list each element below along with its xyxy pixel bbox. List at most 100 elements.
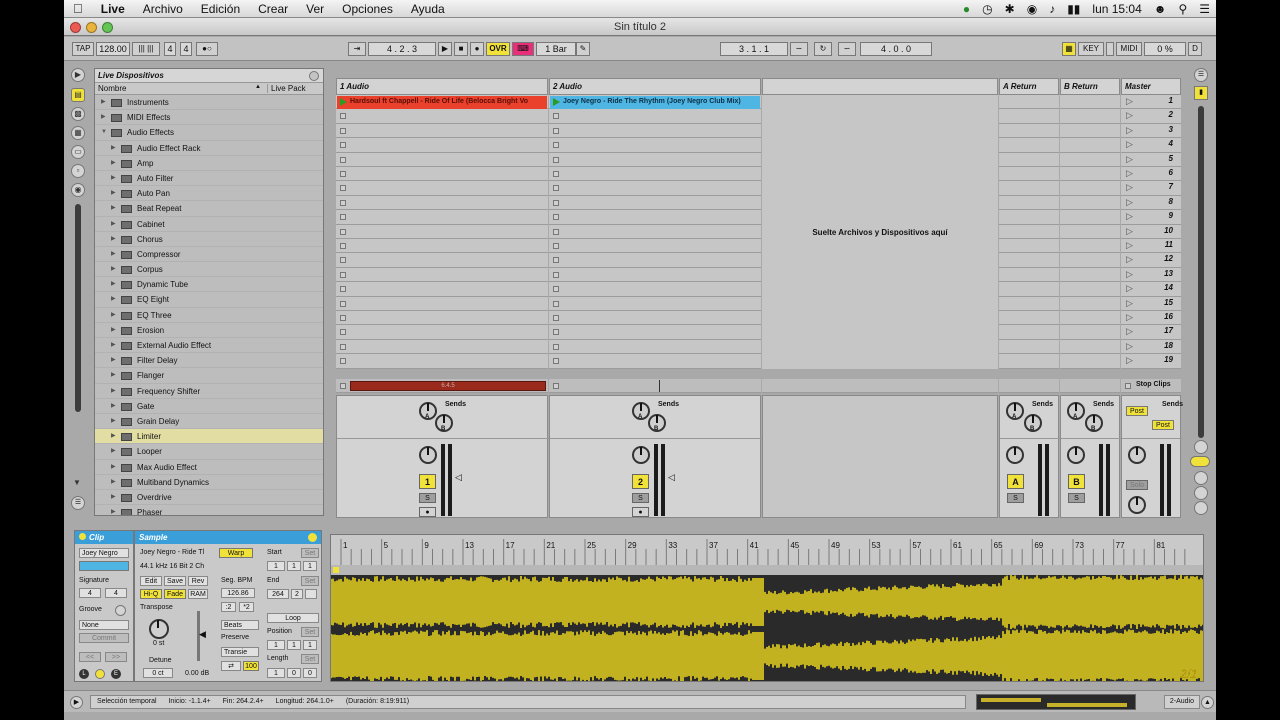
nudge-forward-button[interactable]: >>	[105, 652, 127, 662]
places-icon[interactable]: ◉	[71, 183, 85, 197]
send-b-knob[interactable]: B	[648, 413, 666, 432]
scene-slot[interactable]: ▷ 10	[1121, 224, 1181, 239]
menu-edicion[interactable]: Edición	[192, 2, 249, 16]
double-tempo-button[interactable]: *2	[239, 602, 254, 612]
scene-slot[interactable]: ▷ 2	[1121, 109, 1181, 124]
disclosure-closed-icon[interactable]: ▶	[111, 186, 116, 201]
clip-stop-row[interactable]	[999, 378, 1059, 393]
scene-launch-icon[interactable]: ▷	[1126, 96, 1133, 107]
browser-scrollbar[interactable]	[75, 204, 81, 412]
transient-envelope-field[interactable]: 100	[243, 661, 259, 671]
record-button[interactable]: ●	[470, 42, 484, 56]
quantization-menu[interactable]: 1 Bar	[536, 42, 576, 56]
punch-out-icon[interactable]: ∽	[838, 42, 856, 56]
clip-launch-icon[interactable]	[553, 98, 560, 106]
clip-stop-button[interactable]	[340, 382, 346, 389]
clip-slot-button[interactable]	[340, 271, 346, 278]
send-a-knob[interactable]: A	[632, 401, 650, 420]
menu-opciones[interactable]: Opciones	[333, 2, 402, 16]
browser-folder[interactable]: ▶ Audio Effect Rack	[95, 141, 323, 156]
clip-slot[interactable]	[336, 123, 548, 139]
scene-slot[interactable]: ▷ 15	[1121, 296, 1181, 311]
disclosure-closed-icon[interactable]: ▶	[111, 368, 116, 383]
column-live-pack[interactable]: Live Pack	[267, 84, 306, 93]
automation-arm-button[interactable]: ⌨	[512, 42, 534, 56]
clip-slot[interactable]	[549, 354, 761, 369]
track-activator-button[interactable]: 2	[632, 473, 649, 489]
browser-folder[interactable]: ▶ EQ Three	[95, 308, 323, 323]
scene-slot[interactable]: ▷ 9	[1121, 210, 1181, 225]
clip-slot[interactable]	[1060, 123, 1120, 139]
menu-live[interactable]: Live	[92, 2, 134, 16]
song-position-field[interactable]: 4 . 2 . 3	[368, 42, 436, 56]
clip-slot[interactable]	[549, 311, 761, 326]
clip-slot[interactable]	[336, 138, 548, 153]
clip-slot[interactable]	[999, 267, 1059, 283]
clip-slot[interactable]	[549, 339, 761, 355]
clip-slot-button[interactable]	[553, 156, 559, 163]
scene-launch-icon[interactable]: ▷	[1126, 240, 1133, 251]
scene-slot[interactable]: ▷ 6	[1121, 167, 1181, 182]
scene-slot[interactable]: ▷ 5	[1121, 152, 1181, 167]
return-send-a-knob[interactable]: A	[1067, 401, 1085, 420]
clip-slot-button[interactable]	[340, 142, 346, 149]
return-pan-knob[interactable]	[1006, 445, 1024, 464]
nudge-buttons[interactable]: ||| |||	[132, 42, 160, 56]
clip-slot-button[interactable]	[340, 286, 346, 293]
clip-slot-button[interactable]	[553, 228, 559, 235]
browser-folder[interactable]: ▶ Chorus	[95, 232, 323, 247]
disclosure-closed-icon[interactable]: ▶	[111, 217, 116, 232]
clip-slot[interactable]	[762, 152, 998, 167]
sample-editor[interactable]: 1 5 9 13 17 21 25 29 33 37 41 45 49 53 57 61 65 69 73 77 81 …	[330, 534, 1204, 682]
clip[interactable]: Hardsoul ft Chappell - Ride Of Life (Bel…	[337, 96, 547, 109]
samples-icon[interactable]: ▭	[71, 145, 85, 159]
io-show-icon[interactable]	[1194, 471, 1208, 485]
clip-slot[interactable]	[549, 325, 761, 340]
clip-slot[interactable]	[1060, 296, 1120, 311]
browser-folder[interactable]: ▶ MIDI Effects	[95, 110, 323, 126]
midi-map-button[interactable]: MIDI	[1116, 42, 1142, 56]
clip-slot[interactable]	[999, 325, 1059, 340]
clip-slot[interactable]	[549, 253, 761, 268]
solo-cue-button[interactable]: Solo	[1126, 479, 1148, 490]
clip-slot[interactable]	[549, 224, 761, 239]
return-track-title[interactable]: B Return	[1060, 78, 1120, 95]
clip-slot-button[interactable]	[340, 257, 346, 264]
disclosure-closed-icon[interactable]: ▶	[111, 444, 116, 459]
clip-activator-icon[interactable]	[79, 533, 86, 540]
disclosure-closed-icon[interactable]: ▶	[111, 308, 116, 323]
mixer-show-icon[interactable]	[1194, 440, 1208, 454]
disclosure-closed-icon[interactable]: ▶	[111, 247, 116, 262]
commit-button[interactable]: Commit	[79, 633, 129, 643]
scene-launch-icon[interactable]: ▷	[1126, 254, 1133, 265]
disclosure-closed-icon[interactable]: ▶	[111, 323, 116, 338]
clip-slot[interactable]	[762, 325, 998, 340]
column-name[interactable]: Nombre	[98, 84, 126, 93]
end-bar-field[interactable]: 264	[267, 589, 289, 599]
disclosure-closed-icon[interactable]: ▶	[111, 490, 116, 505]
scene-launch-icon[interactable]: ▷	[1126, 197, 1133, 208]
browser-options-icon[interactable]	[309, 71, 319, 81]
clip-slot[interactable]	[549, 109, 761, 124]
browser-folder[interactable]: ▶ Auto Pan	[95, 186, 323, 202]
browser-folder[interactable]: ▶ Phaser	[95, 505, 323, 515]
clip-slot[interactable]	[549, 138, 761, 153]
clip-slot-button[interactable]	[553, 185, 559, 192]
browser-folder[interactable]: ▶ Frequency Shifter	[95, 384, 323, 399]
clip-slot[interactable]	[999, 181, 1059, 196]
start-set-button[interactable]: Set	[301, 548, 319, 558]
disclosure-closed-icon[interactable]: ▶	[111, 201, 116, 216]
clip-slot[interactable]	[999, 109, 1059, 124]
position-bar-field[interactable]: 1	[267, 640, 285, 650]
clip-color-chooser[interactable]	[79, 561, 129, 571]
arrangement-overview[interactable]	[976, 694, 1136, 710]
clip-slot-button[interactable]	[553, 286, 559, 293]
clip-slot[interactable]	[336, 224, 548, 239]
disclosure-closed-icon[interactable]: ▶	[111, 232, 116, 247]
clip-slot[interactable]	[999, 138, 1059, 153]
launch-icon[interactable]: L	[79, 669, 89, 679]
clip-slot[interactable]	[336, 339, 548, 355]
disclosure-closed-icon[interactable]: ▶	[111, 460, 116, 475]
cue-volume-knob[interactable]	[1128, 495, 1146, 514]
clip-stop-button[interactable]	[553, 382, 559, 389]
